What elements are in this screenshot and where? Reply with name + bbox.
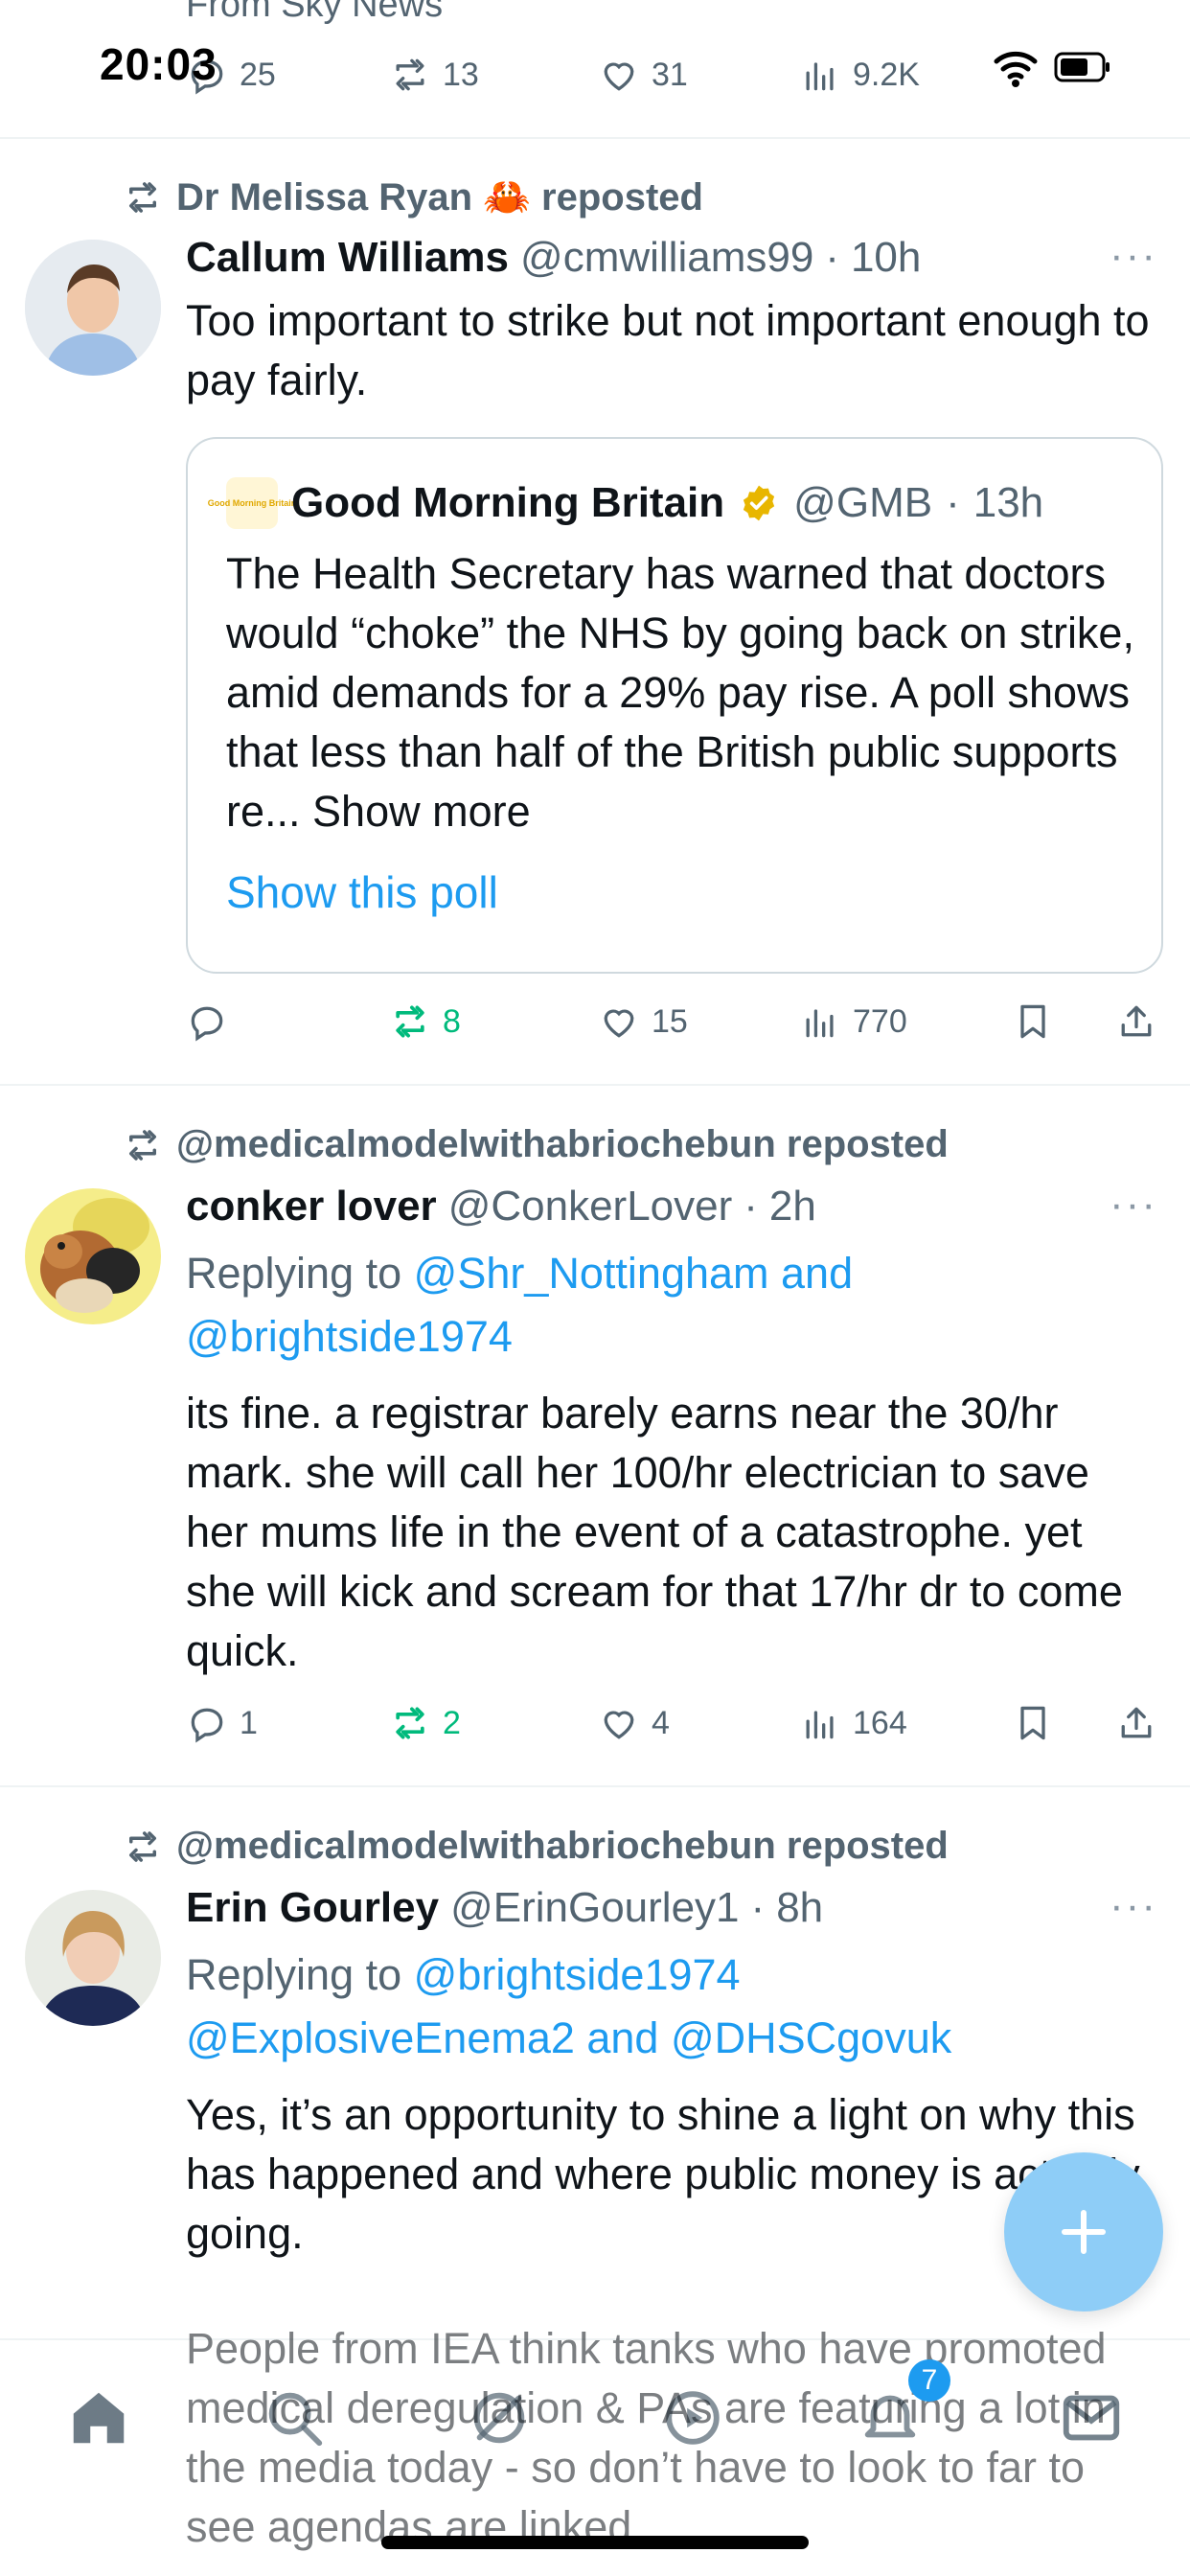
divider <box>0 1785 1190 1787</box>
more-options-icon[interactable]: ··· <box>1110 1882 1157 1930</box>
repost-context: @medicalmodelwithabriochebun reposted <box>123 1123 949 1166</box>
handle[interactable]: @ErinGourley1 <box>450 1884 739 1932</box>
repost-icon <box>129 1830 156 1862</box>
bookmark-button[interactable] <box>1012 993 1054 1050</box>
bookmark-icon <box>1020 1706 1045 1740</box>
repost-context: Dr Melissa Ryan 🦀 reposted <box>123 174 703 219</box>
mention-link[interactable]: @Shr_Nottingham and <box>414 1249 853 1298</box>
quote-display-name: Good Morning Britain <box>291 479 725 526</box>
top-tweet-source: From Sky News <box>186 0 444 25</box>
views-button[interactable]: 9.2K <box>799 46 920 104</box>
separator: · <box>750 1884 766 1931</box>
quote-handle: @GMB <box>793 479 933 526</box>
repost-icon <box>396 58 424 91</box>
squirrel-avatar-image <box>25 1188 161 1324</box>
reply-icon <box>191 1006 223 1042</box>
separator: · <box>825 234 839 281</box>
share-button[interactable] <box>1115 993 1157 1050</box>
home-icon <box>73 2392 125 2444</box>
repost-button[interactable]: 8 <box>389 993 461 1050</box>
show-poll-link[interactable]: Show this poll <box>226 866 498 918</box>
tweet-text: Too important to strike but not importan… <box>186 296 1150 404</box>
timestamp[interactable]: 8h <box>776 1884 823 1932</box>
reply-icon <box>191 1708 223 1743</box>
separator: · <box>744 1183 758 1230</box>
like-button[interactable]: 4 <box>598 1694 670 1752</box>
separator: · <box>946 479 960 526</box>
avatar[interactable] <box>25 240 161 376</box>
tweet-text: its fine. a registrar barely earns near … <box>186 1389 1123 1675</box>
mention-link[interactable]: @ExplosiveEnema2 and @DHSCgovuk <box>186 2013 951 2062</box>
quoted-tweet[interactable]: Good Morning Britain Good Morning Britai… <box>186 437 1163 974</box>
like-button[interactable]: 31 <box>598 46 688 104</box>
wifi-battery-icon <box>994 51 1110 87</box>
heart-icon <box>604 1711 634 1739</box>
tweet-actions: 8 15 770 <box>186 993 1154 1050</box>
display-name[interactable]: Erin Gourley <box>186 1884 439 1932</box>
views-button[interactable]: 770 <box>799 993 907 1050</box>
repost-icon <box>129 181 156 213</box>
tweet-header: Callum Williams @cmwilliams99 · 10h <box>186 234 921 282</box>
verified-badge-icon <box>744 485 775 521</box>
nav-home[interactable] <box>65 2384 132 2451</box>
show-more-link[interactable]: Show more <box>312 787 531 836</box>
more-options-icon[interactable]: ··· <box>1110 232 1157 280</box>
repost-icon <box>129 1129 156 1161</box>
status-bar-icons <box>987 44 1121 92</box>
reply-button[interactable]: 1 <box>186 1694 258 1752</box>
gmb-logo: Good Morning Britain <box>208 477 296 529</box>
like-button[interactable]: 15 <box>598 993 688 1050</box>
views-icon <box>806 1711 834 1739</box>
avatar-image <box>25 1890 161 2026</box>
divider <box>0 137 1190 139</box>
views-icon <box>806 62 834 91</box>
tweet-text-continued: People from IEA think tanks who have pro… <box>186 2324 1107 2551</box>
mention-link[interactable]: @brightside1974 <box>186 1312 513 1361</box>
replying-to: Replying to @brightside1974 @ExplosiveEn… <box>186 1950 952 2062</box>
tweet-header: Erin Gourley @ErinGourley1 · 8h <box>186 1884 823 1932</box>
notifications-badge: 7 <box>908 2359 950 2402</box>
replying-to: Replying to @Shr_Nottingham and @brights… <box>186 1249 854 1361</box>
plus-icon <box>1062 2210 1106 2254</box>
tweet-header: conker lover @ConkerLover · 2h <box>186 1183 816 1230</box>
share-icon <box>1121 1005 1152 1037</box>
heart-icon <box>604 1009 634 1038</box>
repost-context: @medicalmodelwithabriochebun reposted <box>123 1825 949 1868</box>
views-icon <box>806 1009 834 1038</box>
share-button[interactable] <box>1115 1694 1157 1752</box>
heart-icon <box>604 62 634 91</box>
handle[interactable]: @ConkerLover <box>448 1183 733 1230</box>
repost-icon <box>396 1707 424 1739</box>
handle[interactable]: @cmwilliams99 <box>520 234 813 282</box>
repost-button[interactable]: 2 <box>389 1694 461 1752</box>
timestamp[interactable]: 2h <box>769 1183 816 1230</box>
mention-link[interactable]: @brightside1974 <box>414 1950 741 1999</box>
timestamp[interactable]: 10h <box>851 234 921 282</box>
status-bar-time: 20:03 <box>100 39 217 89</box>
reply-button[interactable] <box>186 993 240 1050</box>
divider <box>0 1084 1190 1086</box>
bookmark-button[interactable] <box>1012 1694 1054 1752</box>
avatar[interactable] <box>25 1890 161 2026</box>
display-name[interactable]: Callum Williams <box>186 234 509 282</box>
more-options-icon[interactable]: ··· <box>1110 1181 1157 1229</box>
home-indicator <box>381 2536 809 2549</box>
quote-header: Good Morning Britain Good Morning Britai… <box>208 477 1044 529</box>
bookmark-icon <box>1020 1004 1045 1039</box>
avatar[interactable] <box>25 1188 161 1324</box>
quote-timestamp: 13h <box>973 479 1044 526</box>
share-icon <box>1121 1707 1152 1738</box>
quote-text: The Health Secretary has warned that doc… <box>226 549 1134 836</box>
repost-icon <box>396 1005 424 1038</box>
tweet-actions: 1 2 4 164 <box>186 1694 1154 1752</box>
views-button[interactable]: 164 <box>799 1694 907 1752</box>
avatar-image <box>25 240 161 376</box>
display-name[interactable]: conker lover <box>186 1183 437 1230</box>
compose-button[interactable] <box>1004 2152 1163 2312</box>
repost-button[interactable]: 13 <box>389 46 479 104</box>
